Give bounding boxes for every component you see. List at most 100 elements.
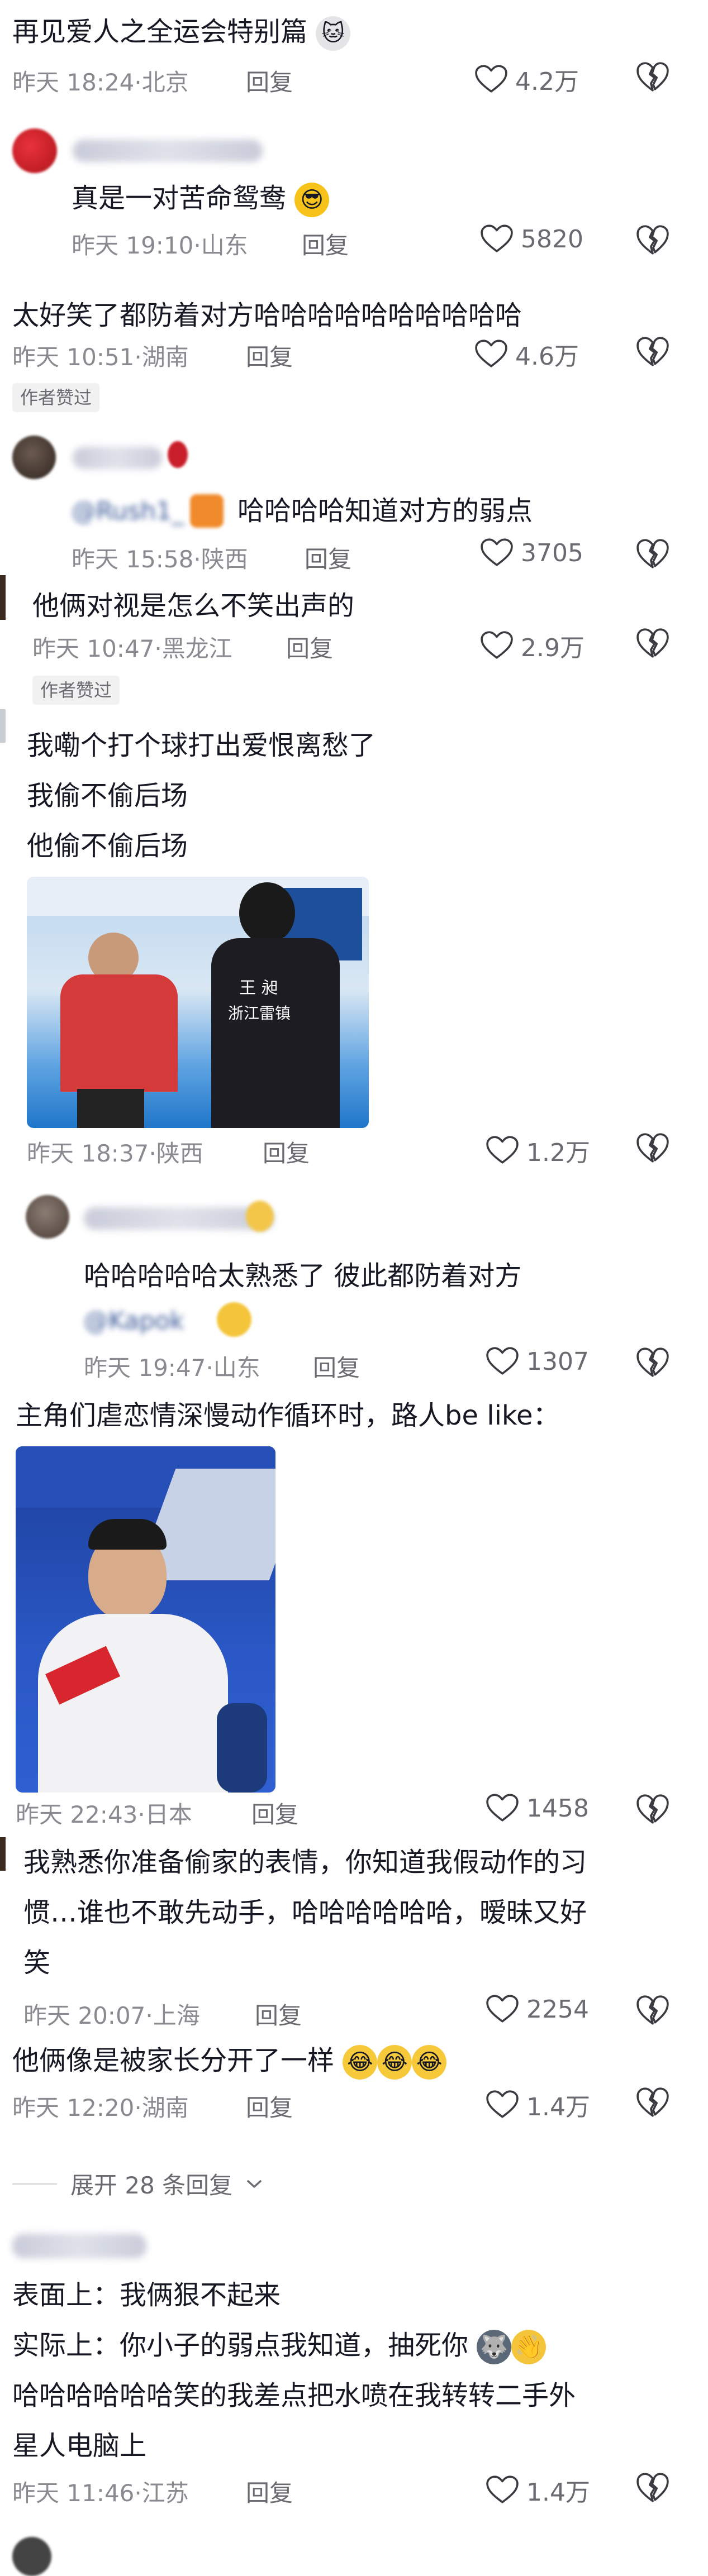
sticker-icon bbox=[190, 494, 224, 528]
like-count: 1.4万 bbox=[526, 2478, 590, 2507]
avatar[interactable] bbox=[26, 1195, 69, 1239]
username[interactable] bbox=[84, 1207, 274, 1230]
heart-icon bbox=[486, 2475, 519, 2505]
avatar[interactable] bbox=[12, 2537, 51, 2576]
sunglasses-face-icon: 😎 bbox=[294, 183, 330, 217]
comment-line: 我偷不偷后场 bbox=[27, 780, 188, 811]
comment-time: 昨天 10:47 bbox=[32, 635, 155, 662]
like-button[interactable]: 1458 bbox=[486, 1794, 589, 1823]
comment-meta: 昨天 10:47·黑龙江 bbox=[32, 635, 232, 662]
dislike-button[interactable] bbox=[636, 1132, 669, 1166]
reply-comment: 哈哈哈哈哈太熟悉了 彼此都防着对方 @Kapok 昨天 19:47·山东 回复 … bbox=[0, 1184, 708, 1396]
dislike-button[interactable] bbox=[636, 1995, 669, 2028]
laughing-face-icon bbox=[217, 1302, 251, 1337]
dislike-button[interactable] bbox=[636, 1794, 669, 1827]
reply-button[interactable]: 回复 bbox=[246, 66, 293, 99]
heart-icon bbox=[486, 1794, 519, 1823]
comment-time: 昨天 18:37 bbox=[27, 1140, 149, 1167]
like-count: 1.2万 bbox=[526, 1139, 590, 1167]
sticker-icon bbox=[246, 1201, 274, 1232]
crying-face-icon: 😂 bbox=[343, 2045, 378, 2080]
username[interactable] bbox=[73, 447, 162, 469]
like-button[interactable]: 2254 bbox=[486, 1995, 589, 2024]
reply-button[interactable]: 回复 bbox=[263, 1137, 310, 1170]
like-button[interactable]: 4.6万 bbox=[475, 336, 579, 372]
dislike-button[interactable] bbox=[636, 2087, 669, 2120]
comment-meta: 昨天 11:46·江苏 bbox=[12, 2479, 189, 2507]
reply-button[interactable]: 回复 bbox=[286, 632, 333, 666]
comment-time: 昨天 19:47 bbox=[84, 1354, 206, 1382]
broken-heart-icon bbox=[636, 224, 669, 256]
reply-button[interactable]: 回复 bbox=[246, 2091, 293, 2125]
comment-line: 星人电脑上 bbox=[12, 2430, 147, 2462]
reply-button[interactable]: 回复 bbox=[313, 1351, 360, 1385]
username[interactable] bbox=[12, 2234, 146, 2258]
comment: 太好笑了都防着对方哈哈哈哈哈哈哈哈哈哈 昨天 10:51·湖南 回复 4.6万 … bbox=[0, 268, 708, 413]
player-red-shirt bbox=[60, 974, 178, 1092]
like-button[interactable]: 1.4万 bbox=[486, 2472, 590, 2508]
heart-icon bbox=[486, 1995, 519, 2024]
player-black-shirt bbox=[211, 938, 340, 1128]
comment-line: 笑 bbox=[23, 1947, 51, 1978]
divider-line bbox=[12, 2183, 57, 2185]
comment-meta: 昨天 15:58·陕西 bbox=[72, 546, 248, 573]
like-button[interactable]: 5820 bbox=[481, 224, 583, 254]
dislike-button[interactable] bbox=[636, 1347, 669, 1380]
comment-time: 昨天 11:46 bbox=[12, 2479, 135, 2507]
like-button[interactable]: 3705 bbox=[481, 538, 583, 567]
mention-link[interactable]: @Rush1_ bbox=[72, 497, 184, 525]
comment-time: 昨天 10:51 bbox=[12, 343, 135, 371]
comment-meta: 昨天 18:37·陕西 bbox=[27, 1140, 203, 1167]
avatar[interactable] bbox=[12, 436, 56, 479]
comment-text: 他俩像是被家长分开了一样 😂 😂 😂 bbox=[12, 2035, 447, 2086]
comment-location: 北京 bbox=[141, 69, 189, 96]
like-button[interactable]: 4.2万 bbox=[475, 61, 579, 97]
heart-icon bbox=[475, 65, 507, 94]
like-button[interactable]: 1.4万 bbox=[486, 2087, 590, 2123]
reply-button[interactable]: 回复 bbox=[305, 543, 351, 576]
comment: 我嘞个打个球打出爱恨离愁了 我偷不偷后场 他偷不偷后场 王 昶 浙江雷镇 昨天 … bbox=[0, 709, 708, 1178]
broken-heart-icon bbox=[636, 1132, 669, 1164]
reply-button[interactable]: 回复 bbox=[302, 229, 349, 262]
comment-line: 表面上：我俩狠不起来 bbox=[12, 2279, 281, 2311]
like-count: 3705 bbox=[521, 538, 583, 567]
username[interactable] bbox=[73, 140, 263, 162]
like-count: 1458 bbox=[526, 1794, 589, 1823]
mention-link[interactable]: @Kapok bbox=[84, 1307, 184, 1335]
comment-meta: 昨天 10:51·湖南 bbox=[12, 343, 189, 371]
like-count: 2254 bbox=[526, 1995, 589, 2024]
reply-button[interactable]: 回复 bbox=[255, 1999, 302, 2033]
comment-time: 昨天 20:07 bbox=[23, 2002, 146, 2029]
broken-heart-icon bbox=[636, 2472, 669, 2503]
dislike-button[interactable] bbox=[636, 2472, 669, 2506]
avatar-edge bbox=[0, 709, 6, 743]
heart-icon bbox=[475, 340, 507, 369]
avatar[interactable] bbox=[12, 128, 57, 173]
comment-image[interactable]: 王 昶 浙江雷镇 bbox=[27, 877, 369, 1128]
dislike-button[interactable] bbox=[636, 538, 669, 572]
dislike-button[interactable] bbox=[636, 336, 669, 370]
comment-text: 主角们虐恋情深慢动作循环时，路人be like： bbox=[16, 1400, 560, 1431]
comment-image[interactable] bbox=[16, 1446, 275, 1793]
comment: 我熟悉你准备偷家的表情，你知道我假动作的习 惯…谁也不敢先动手，哈哈哈哈哈哈，暧… bbox=[0, 1837, 708, 2038]
dislike-button[interactable] bbox=[636, 628, 669, 661]
comment-time: 昨天 12:20 bbox=[12, 2094, 135, 2121]
reply-button[interactable]: 回复 bbox=[251, 1798, 298, 1832]
jersey-name: 王 昶 bbox=[239, 978, 278, 998]
comment: 他俩像是被家长分开了一样 😂 😂 😂 昨天 12:20·湖南 回复 1.4万 bbox=[0, 2035, 708, 2147]
broken-heart-icon bbox=[636, 2087, 669, 2118]
slap-hand-icon: 👋 bbox=[511, 2330, 547, 2364]
comment: 再见爱人之全运会特别篇 🐱 昨天 18:24·北京 回复 4.2万 bbox=[0, 0, 708, 112]
comment-time: 昨天 22:43 bbox=[16, 1801, 138, 1828]
dislike-button[interactable] bbox=[636, 61, 669, 95]
expand-replies-button[interactable]: 展开 28 条回复 bbox=[12, 2167, 263, 2201]
like-button[interactable]: 1307 bbox=[486, 1347, 589, 1376]
reply-button[interactable]: 回复 bbox=[246, 2477, 293, 2510]
like-button[interactable]: 1.2万 bbox=[486, 1132, 590, 1168]
broken-heart-icon bbox=[636, 538, 669, 570]
comment-meta: 昨天 22:43·日本 bbox=[16, 1801, 192, 1828]
comment: 主角们虐恋情深慢动作循环时，路人be like： 昨天 22:43·日本 回复 … bbox=[0, 1390, 708, 1837]
dislike-button[interactable] bbox=[636, 224, 669, 258]
reply-button[interactable]: 回复 bbox=[246, 341, 293, 374]
like-button[interactable]: 2.9万 bbox=[481, 628, 585, 663]
